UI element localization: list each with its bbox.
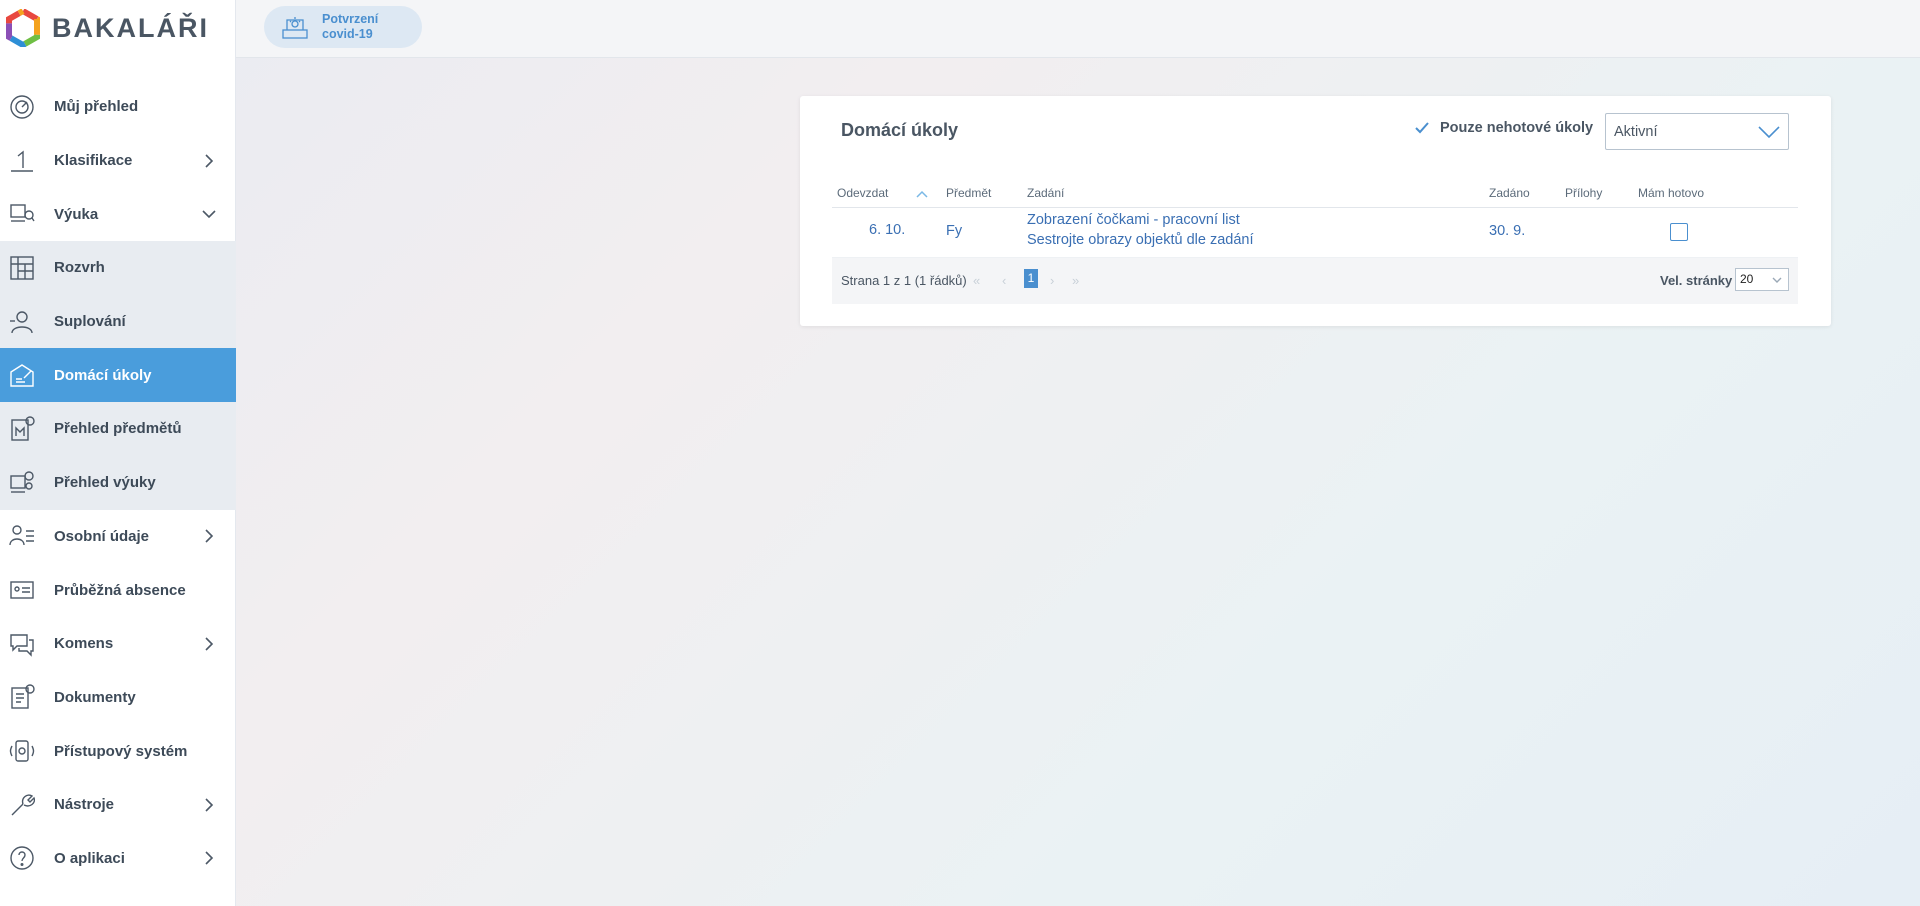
sidebar-item-label: Domácí úkoly — [54, 366, 152, 384]
chevron-right-icon — [202, 798, 216, 812]
column-header-assigned[interactable]: Zadáno — [1489, 186, 1530, 200]
sidebar-item-label: Přístupový systém — [54, 742, 188, 760]
chevron-right-icon — [202, 851, 216, 866]
sidebar-item-label: Osobní údaje — [54, 527, 150, 545]
sidebar-item-label: Můj přehled — [54, 98, 139, 116]
pager-info: Strana 1 z 1 (1 řádků) — [841, 273, 967, 288]
filter-label: Pouze nehotové úkoly — [1440, 120, 1594, 136]
sidebar-item-prehled-vyuky[interactable]: Přehled výuky — [0, 455, 236, 510]
cell-assignment-title[interactable]: Zobrazení čočkami - pracovní list — [1027, 212, 1240, 228]
only-unfinished-filter[interactable]: Pouze nehotové úkoly — [1414, 120, 1593, 136]
sidebar-item-label: Výuka — [54, 205, 99, 223]
sidebar-item-label: Komens — [54, 635, 114, 653]
chevron-down-icon — [1772, 277, 1782, 283]
sidebar-item-o-aplikaci[interactable]: O aplikaci — [0, 832, 236, 886]
first-page-button[interactable]: « — [973, 273, 980, 288]
dashboard-icon — [8, 93, 36, 121]
column-header-done[interactable]: Mám hotovo — [1638, 186, 1704, 200]
page-size-value: 20 — [1740, 272, 1754, 286]
sidebar: BAKALÁŘI Můj přehled Klasifikace Výuka R… — [0, 0, 236, 906]
sidebar-item-label: Přehled předmětů — [54, 420, 182, 438]
chevron-right-icon — [202, 637, 216, 651]
messages-icon — [8, 630, 36, 658]
help-icon — [8, 844, 36, 872]
sidebar-item-label: Rozvrh — [54, 259, 105, 277]
documents-icon — [8, 683, 36, 711]
chevron-right-icon — [202, 529, 216, 543]
done-checkbox[interactable] — [1670, 223, 1688, 241]
sidebar-item-suplovani[interactable]: Suplování — [0, 294, 236, 349]
page-size-label: Vel. stránky — [1660, 273, 1733, 288]
logo[interactable]: BAKALÁŘI — [0, 0, 235, 56]
sidebar-item-vyuka[interactable]: Výuka — [0, 187, 236, 241]
top-bar: Potvrzení covid-19 — [236, 0, 1920, 58]
page-size-select[interactable]: 20 — [1735, 268, 1789, 291]
status-select-value: Aktivní — [1614, 123, 1658, 140]
sidebar-item-label: Nástroje — [54, 796, 115, 814]
homework-grid: Odevzdat Předmět Zadání Zadáno Přílohy M… — [832, 178, 1798, 304]
sidebar-item-dokumenty[interactable]: Dokumenty — [0, 671, 236, 725]
column-header-due[interactable]: Odevzdat — [837, 186, 888, 200]
covid-certificate-button[interactable]: Potvrzení covid-19 — [264, 6, 422, 48]
sidebar-item-muj-prehled[interactable]: Můj přehled — [0, 80, 236, 134]
sidebar-item-nastroje[interactable]: Nástroje — [0, 778, 236, 832]
chevron-down-icon — [1758, 126, 1780, 139]
chevron-down-icon — [202, 207, 216, 221]
sidebar-item-domaci-ukoly[interactable]: Domácí úkoly — [0, 348, 236, 403]
cell-assigned: 30. 9. — [1489, 223, 1526, 239]
sidebar-item-klasifikace[interactable]: Klasifikace — [0, 134, 236, 188]
logo-text: BAKALÁŘI — [52, 12, 209, 43]
grade-icon — [8, 147, 36, 175]
sidebar-nav: Můj přehled Klasifikace Výuka Rozvrh Sup… — [0, 80, 236, 885]
covid-label-line1: Potvrzení — [322, 12, 379, 26]
sidebar-item-prubezna-absence[interactable]: Průběžná absence — [0, 563, 236, 617]
next-page-button[interactable]: › — [1050, 273, 1054, 288]
current-page-button[interactable]: 1 — [1024, 269, 1038, 288]
sidebar-item-osobni-udaje[interactable]: Osobní údaje — [0, 510, 236, 564]
table-row[interactable]: 6. 10. Fy Zobrazení čočkami - pracovní l… — [832, 208, 1798, 258]
schedule-icon — [8, 254, 36, 282]
pager: Strana 1 z 1 (1 řádků) « ‹ 1 › » Vel. st… — [832, 258, 1798, 304]
cell-assignment-detail[interactable]: Sestrojte obrazy objektů dle zadání — [1027, 232, 1254, 248]
substitution-icon — [8, 308, 36, 336]
bakalari-logo-icon — [6, 9, 40, 47]
subjects-icon — [8, 415, 36, 443]
column-header-subject[interactable]: Předmět — [946, 186, 991, 200]
column-header-assignment[interactable]: Zadání — [1027, 186, 1064, 200]
sidebar-item-label: O aplikaci — [54, 849, 125, 867]
sidebar-item-komens[interactable]: Komens — [0, 617, 236, 671]
sidebar-item-prehled-predmetu[interactable]: Přehled předmětů — [0, 402, 236, 456]
homework-icon — [8, 361, 36, 389]
column-header-attachments[interactable]: Přílohy — [1565, 186, 1602, 200]
sort-ascending-icon[interactable] — [916, 187, 928, 198]
homework-card: Domácí úkoly Pouze nehotové úkoly Aktivn… — [800, 96, 1831, 326]
covid-label-line2: covid-19 — [322, 27, 373, 41]
personal-data-icon — [8, 522, 36, 550]
covid-certificate-icon — [282, 17, 308, 39]
last-page-button[interactable]: » — [1072, 273, 1079, 288]
absence-icon — [8, 576, 36, 604]
prev-page-button[interactable]: ‹ — [1002, 273, 1006, 288]
check-icon — [1415, 122, 1429, 134]
sidebar-item-rozvrh[interactable]: Rozvrh — [0, 241, 236, 295]
sidebar-item-label: Přehled výuky — [54, 474, 156, 492]
access-system-icon — [8, 737, 36, 765]
page-title: Domácí úkoly — [841, 120, 959, 140]
sidebar-item-label: Průběžná absence — [54, 581, 186, 599]
grid-header: Odevzdat Předmět Zadání Zadáno Přílohy M… — [832, 178, 1798, 208]
lessons-overview-icon — [8, 469, 36, 497]
sidebar-item-label: Dokumenty — [54, 688, 136, 706]
sidebar-item-label: Suplování — [54, 313, 126, 331]
sidebar-item-pristupovy-system[interactable]: Přístupový systém — [0, 724, 236, 778]
status-select[interactable]: Aktivní — [1605, 113, 1789, 150]
teaching-icon — [8, 200, 36, 228]
cell-subject: Fy — [946, 223, 963, 239]
cell-due: 6. 10. — [869, 222, 906, 238]
tools-icon — [8, 791, 36, 819]
sidebar-item-label: Klasifikace — [54, 152, 133, 170]
chevron-right-icon — [202, 153, 216, 168]
